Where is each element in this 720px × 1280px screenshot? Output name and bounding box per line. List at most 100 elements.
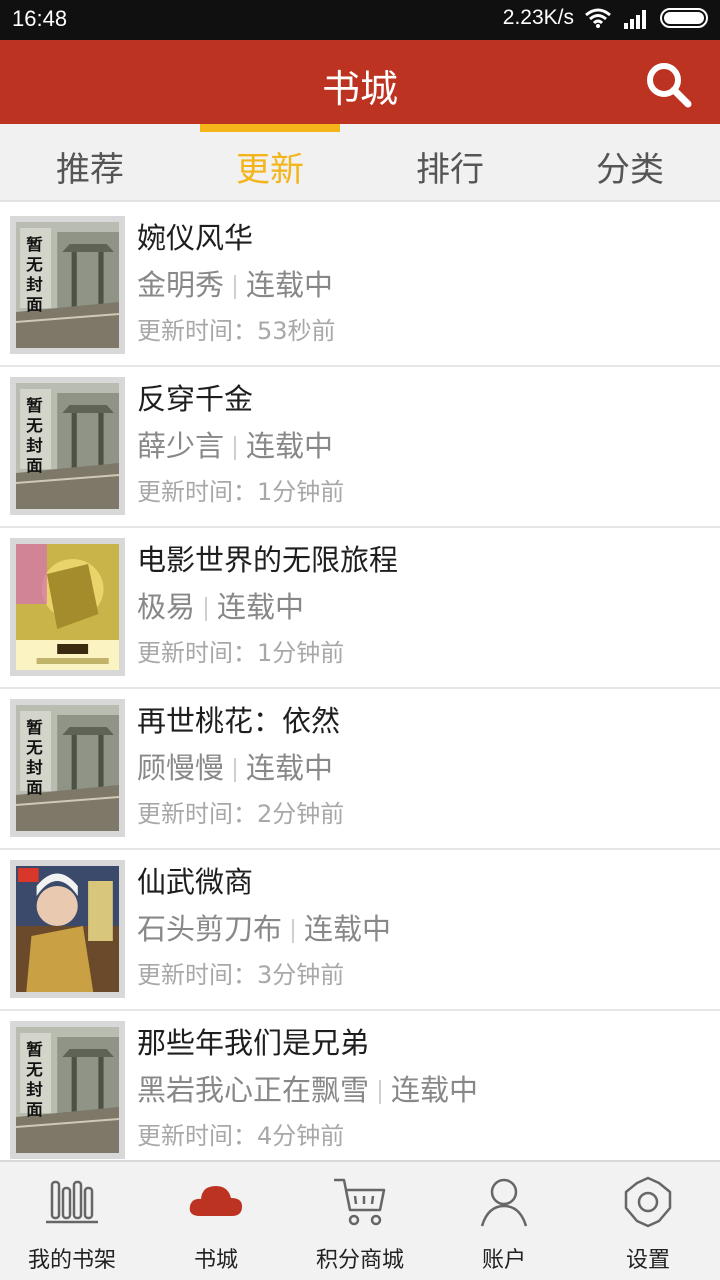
book-title: 反穿千金 [137,382,254,416]
divider [379,1080,382,1104]
signal-icon [624,10,646,29]
svg-text:面: 面 [26,456,42,475]
tab-ranking[interactable]: 排行 [360,124,540,200]
status-time: 16:48 [12,6,68,31]
network-speed: 2.23K/s [502,6,574,29]
book-author: 极易 [137,590,196,624]
book-meta: 金明秀 连载中 [137,260,710,310]
book-item[interactable]: 暂 无 封 面 反穿千金 薛少言 连载中 更新时间：1分钟前 [0,367,720,528]
svg-text:封: 封 [26,1080,42,1099]
book-update-time: 更新时间：53秒前 [137,317,336,345]
book-status: 连载中 [246,268,334,302]
book-author: 薛少言 [137,429,225,463]
book-update-time: 更新时间：3分钟前 [137,961,345,989]
divider [292,919,295,943]
book-status: 连载中 [304,912,392,946]
nav-settings[interactable]: 设置 [576,1162,720,1280]
nav-label: 我的书架 [27,1248,116,1273]
cart-icon [334,1178,386,1226]
book-status: 连载中 [246,429,334,463]
book-meta: 极易 连载中 [137,582,710,632]
nav-label: 设置 [625,1248,670,1273]
book-item[interactable]: 仙武微商 石头剪刀布 连载中 更新时间：3分钟前 [0,850,720,1011]
app-bar: 书城 [0,40,720,124]
bottom-nav: 我的书架 书城 积分商城 账户 设置 [0,1160,720,1280]
svg-text:面: 面 [26,778,42,797]
svg-text:面: 面 [26,1100,42,1119]
page-title: 书城 [321,67,398,111]
divider [234,275,237,299]
book-update-time: 更新时间：1分钟前 [137,478,345,506]
divider [234,758,237,782]
book-cover-image [16,866,119,992]
active-tab-indicator [200,124,340,132]
book-author: 石头剪刀布 [137,912,283,946]
book-status: 连载中 [217,590,305,624]
book-update-time: 更新时间：1分钟前 [137,639,345,667]
book-title: 仙武微商 [137,865,254,899]
book-cover [10,538,125,676]
tab-label: 推荐 [56,150,124,190]
nav-bookstore[interactable]: 书城 [144,1162,288,1280]
svg-text:暂: 暂 [26,718,42,737]
book-cover: 暂 无 封 面 [10,1021,125,1159]
cloud-icon [189,1186,243,1216]
tab-updates[interactable]: 更新 [180,124,360,200]
tab-bar: 推荐 更新 排行 分类 [0,124,720,202]
placeholder-cover-image: 暂 无 封 面 [16,222,119,348]
svg-text:暂: 暂 [26,396,42,415]
book-title: 那些年我们是兄弟 [137,1026,370,1060]
tab-recommend[interactable]: 推荐 [0,124,180,200]
book-update-time: 更新时间：2分钟前 [137,800,345,828]
battery-icon [660,8,708,28]
wifi-icon [585,8,611,28]
svg-text:暂: 暂 [26,1040,42,1059]
search-icon[interactable] [644,60,692,108]
tab-category[interactable]: 分类 [540,124,720,200]
book-cover: 暂 无 封 面 [10,699,125,837]
book-list: 暂 无 封 面 婉仪风华 金明秀 连载中 更新时间：53秒前 暂 无 封 面 反… [0,206,720,1160]
book-item[interactable]: 暂 无 封 面 婉仪风华 金明秀 连载中 更新时间：53秒前 [0,206,720,367]
svg-text:面: 面 [26,295,42,314]
nav-label: 账户 [481,1248,526,1273]
status-indicators: 2.23K/s [503,6,708,30]
svg-text:无: 无 [25,416,43,435]
book-meta: 顾慢慢 连载中 [137,743,710,793]
book-meta: 薛少言 连载中 [137,421,710,471]
book-meta: 石头剪刀布 连载中 [137,904,710,954]
tab-label: 排行 [416,150,484,190]
bookshelf-icon [46,1180,98,1224]
svg-text:无: 无 [25,1060,43,1079]
svg-text:封: 封 [26,436,42,455]
placeholder-cover-image: 暂 无 封 面 [16,1027,119,1153]
gear-icon [624,1176,672,1228]
nav-bookshelf[interactable]: 我的书架 [0,1162,144,1280]
book-cover: 暂 无 封 面 [10,216,125,354]
nav-points-mall[interactable]: 积分商城 [288,1162,432,1280]
book-title: 婉仪风华 [137,221,254,255]
book-status: 连载中 [391,1073,479,1107]
divider [205,597,208,621]
book-item[interactable]: 电影世界的无限旅程 极易 连载中 更新时间：1分钟前 [0,528,720,689]
nav-label: 书城 [193,1248,238,1273]
book-title: 再世桃花：依然 [137,704,341,738]
tab-label: 更新 [236,150,304,190]
nav-account[interactable]: 账户 [432,1162,576,1280]
book-meta: 黑岩我心正在飘雪 连载中 [137,1065,710,1115]
book-cover-image [16,544,119,670]
tab-label: 分类 [596,150,664,190]
svg-text:无: 无 [25,738,43,757]
book-title: 电影世界的无限旅程 [137,543,399,577]
user-icon [480,1178,528,1227]
placeholder-cover-image: 暂 无 封 面 [16,383,119,509]
book-item[interactable]: 暂 无 封 面 那些年我们是兄弟 黑岩我心正在飘雪 连载中 更新时间：4分钟前 [0,1011,720,1160]
book-item[interactable]: 暂 无 封 面 再世桃花：依然 顾慢慢 连载中 更新时间：2分钟前 [0,689,720,850]
book-status: 连载中 [246,751,334,785]
book-author: 顾慢慢 [137,751,225,785]
svg-text:封: 封 [26,758,42,777]
divider [234,436,237,460]
placeholder-cover-image: 暂 无 封 面 [16,705,119,831]
nav-label: 积分商城 [315,1248,404,1273]
book-cover: 暂 无 封 面 [10,377,125,515]
svg-text:无: 无 [25,255,43,274]
